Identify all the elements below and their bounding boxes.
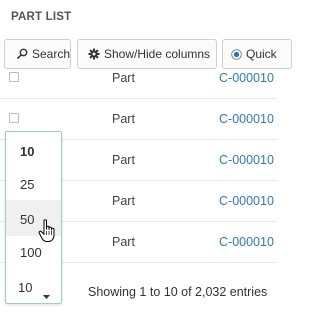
- part-number-link[interactable]: C-000010: [219, 71, 274, 85]
- page-size-option-25[interactable]: 25: [6, 165, 61, 201]
- hand-pointer-cursor-icon: [38, 219, 58, 248]
- page-size-dropdown[interactable]: 10 25 50 100 10: [5, 131, 62, 304]
- page-size-value: 10: [18, 280, 33, 295]
- panel-title: PART LIST: [11, 11, 72, 23]
- part-type-cell: Part: [112, 153, 135, 167]
- part-number-link[interactable]: C-000010: [219, 153, 274, 167]
- page-size-option-10[interactable]: 10: [6, 132, 61, 168]
- caret-down-icon: [43, 287, 50, 302]
- part-number-link[interactable]: C-000010: [219, 112, 274, 126]
- row-checkbox[interactable]: [9, 72, 19, 82]
- part-type-cell: Part: [112, 194, 135, 208]
- part-number-link[interactable]: C-000010: [219, 235, 274, 249]
- part-type-cell: Part: [112, 112, 135, 126]
- row-checkbox[interactable]: [9, 113, 19, 123]
- table-row[interactable]: Part C-000010: [0, 58, 277, 99]
- part-type-cell: Part: [112, 235, 135, 249]
- paging-info: Showing 1 to 10 of 2,032 entries: [88, 285, 268, 299]
- part-type-cell: Part: [112, 71, 135, 85]
- page-size-select[interactable]: 10: [6, 272, 61, 304]
- part-number-link[interactable]: C-000010: [219, 194, 274, 208]
